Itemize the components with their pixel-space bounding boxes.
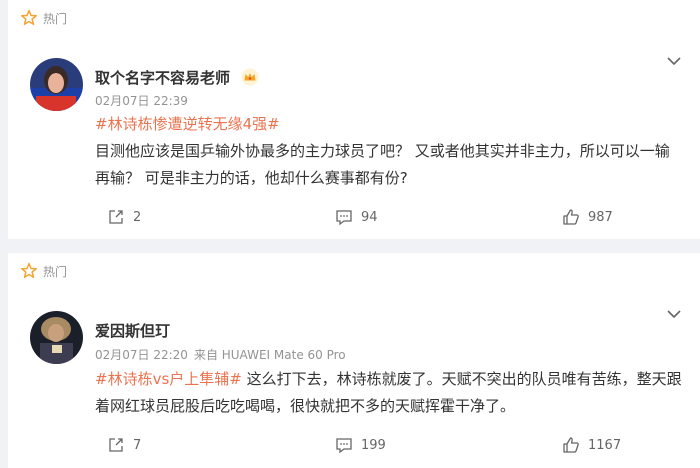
like-count: 1167 [588, 437, 622, 453]
repost-count: 7 [133, 437, 142, 453]
hashtag-link[interactable]: #林诗栋vs户上隼辅# [95, 370, 242, 388]
feed-card: 热门 爱因斯但玎 02月07日 22:20 来自 HUAWEI Mate 60 P… [8, 253, 700, 468]
hot-label: 热门 [43, 264, 68, 279]
post-text: #林诗栋惨遭逆转无缘4强# 目测他应该是国乒输外协最多的主力球员了吧？ 又或者他… [95, 111, 690, 192]
like-icon [563, 437, 579, 453]
comment-count: 199 [361, 437, 386, 453]
avatar[interactable] [30, 58, 83, 111]
post-body-text: 这么打下去，林诗栋就废了。天赋不突出的队员唯有苦练，整天跟 [241, 370, 682, 388]
post-time[interactable]: 02月07日 22:39 [95, 94, 188, 108]
comment-count: 94 [361, 209, 378, 225]
like-button[interactable]: 987 [562, 208, 613, 226]
post-meta: 02月07日 22:39 [95, 92, 188, 109]
comment-icon [336, 210, 352, 226]
post-body-line: #林诗栋vs户上隼辅# 这么打下去，林诗栋就废了。天赋不突出的队员唯有苦练，整天… [95, 366, 690, 393]
post-body-line: 再输？ 可是非主力的话，他却什么赛事都有份? [95, 169, 408, 187]
repost-count: 2 [133, 209, 142, 225]
chevron-down-icon[interactable] [666, 56, 682, 66]
feed-card: 热门 取个名字不容易老师 02月07日 22:39 #林诗栋惨遭逆转无缘4强# … [8, 0, 700, 239]
repost-icon [109, 210, 123, 224]
avatar[interactable] [30, 311, 83, 364]
hot-label: 热门 [43, 11, 68, 26]
vip-crown-icon [241, 68, 259, 86]
chevron-down-icon[interactable] [666, 309, 682, 319]
action-bar: 2 94 987 [8, 208, 700, 228]
action-bar: 7 199 1167 [8, 436, 700, 456]
comment-icon [336, 438, 352, 454]
repost-button[interactable]: 2 [107, 208, 141, 226]
comment-button[interactable]: 199 [335, 436, 386, 454]
comment-button[interactable]: 94 [335, 208, 378, 226]
hot-fire-icon [21, 262, 37, 279]
post-body-line: 着网红球员屁股后吃吃喝喝，很快就把不多的天赋挥霍干净了。 [95, 397, 516, 415]
like-count: 987 [588, 209, 613, 225]
post-text: #林诗栋vs户上隼辅# 这么打下去，林诗栋就废了。天赋不突出的队员唯有苦练，整天… [95, 366, 690, 420]
hot-badge: 热门 [20, 9, 67, 27]
like-icon [563, 209, 579, 225]
like-button[interactable]: 1167 [562, 436, 621, 454]
post-body-line: 目测他应该是国乒输外协最多的主力球员了吧？ 又或者他其实并非主力，所以可以一输 [95, 142, 670, 160]
hot-badge: 热门 [20, 262, 67, 280]
repost-button[interactable]: 7 [107, 436, 141, 454]
hot-fire-icon [21, 9, 37, 26]
post-source: 来自 HUAWEI Mate 60 Pro [193, 348, 346, 362]
post-time[interactable]: 02月07日 22:20 [95, 348, 188, 362]
hashtag-link[interactable]: #林诗栋惨遭逆转无缘4强# [95, 111, 690, 138]
author-name[interactable]: 爱因斯但玎 [95, 320, 170, 341]
repost-icon [109, 438, 123, 452]
author-name[interactable]: 取个名字不容易老师 [95, 67, 230, 88]
post-meta: 02月07日 22:20 来自 HUAWEI Mate 60 Pro [95, 346, 346, 363]
